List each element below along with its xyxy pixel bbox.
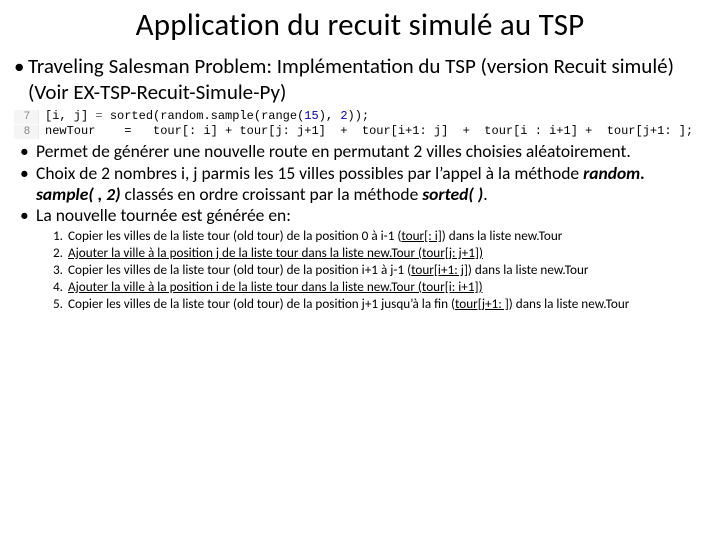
tok: ( <box>254 109 261 123</box>
text-u: tour[j+1: ] <box>455 295 509 312</box>
tok: range <box>261 109 297 123</box>
body-list: Permet de générer une nouvelle route en … <box>14 141 706 226</box>
text-u: tour[i+1: j] <box>411 261 468 278</box>
code-line-2: 8 newTour = tour[: i] + tour[j: j+1] + t… <box>14 124 704 139</box>
code-line-1: 7 [i, j] = sorted(random.sample(range(15… <box>14 109 704 124</box>
line-number: 8 <box>14 125 39 139</box>
tok: 2 <box>340 109 347 123</box>
step-1: Copier les villes de la liste tour (old … <box>66 228 698 244</box>
step-3: Copier les villes de la liste tour (old … <box>66 262 698 278</box>
text: Copier les villes de la liste tour (old … <box>68 295 455 312</box>
tok: ), <box>319 109 341 123</box>
text: Copier les villes de la liste tour (old … <box>68 227 401 244</box>
body-bullet-2: Choix de 2 nombres i, j parmis les 15 vi… <box>36 163 702 204</box>
tok: )); <box>348 109 370 123</box>
tok: [i, j] <box>45 109 88 123</box>
text: . <box>483 183 487 205</box>
step-4: Ajouter la ville à la position i de la l… <box>66 279 698 295</box>
code-text: newTour = tour[: i] + tour[j: j+1] + tou… <box>45 124 693 139</box>
step-5: Copier les villes de la liste tour (old … <box>66 296 698 312</box>
text: ) dans la liste new.Tour <box>468 261 589 278</box>
text-em: sorted( ) <box>422 183 483 205</box>
text: ) dans la liste new.Tour <box>509 295 630 312</box>
text: ) <box>479 244 483 261</box>
text: Ajouter la ville à la position i de la l… <box>68 278 422 295</box>
slide: Application du recuit simulé au TSP Trav… <box>0 0 720 540</box>
tok: newTour <box>45 124 95 138</box>
tok: (random. <box>153 109 211 123</box>
text: ) dans la liste new.Tour <box>442 227 563 244</box>
slide-title: Application du recuit simulé au TSP <box>14 6 706 44</box>
tok: 15 <box>304 109 318 123</box>
tok: = tour[: i] + tour[j: j+1] + tour[i+1: j… <box>95 124 693 138</box>
code-text: [i, j] = sorted(random.sample(range(15),… <box>45 109 369 124</box>
text: Choix de 2 nombres i, j parmis les 15 vi… <box>36 162 583 184</box>
text: tour[i: i+1] <box>422 278 479 295</box>
text: tour[j: j+1] <box>422 244 479 261</box>
line-number: 7 <box>14 110 39 124</box>
text-u: tour[: i] <box>401 227 441 244</box>
text: Ajouter la ville à la position j de la l… <box>68 244 422 261</box>
step-2: Ajouter la ville à la position j de la l… <box>66 245 698 261</box>
tok: sorted <box>110 109 153 123</box>
text: classés en ordre croissant par la méthod… <box>121 183 423 205</box>
intro-list: Traveling Salesman Problem: Implémentati… <box>14 54 706 105</box>
tok: sample <box>211 109 254 123</box>
tok: = <box>88 109 110 123</box>
text: Copier les villes de la liste tour (old … <box>68 261 411 278</box>
text: ) <box>479 278 483 295</box>
body-bullet-1: Permet de générer une nouvelle route en … <box>36 141 702 162</box>
code-block: 7 [i, j] = sorted(random.sample(range(15… <box>14 109 706 139</box>
body-bullet-3: La nouvelle tournée est générée en: <box>36 205 702 226</box>
intro-bullet: Traveling Salesman Problem: Implémentati… <box>28 54 704 105</box>
steps-list: Copier les villes de la liste tour (old … <box>14 228 706 312</box>
